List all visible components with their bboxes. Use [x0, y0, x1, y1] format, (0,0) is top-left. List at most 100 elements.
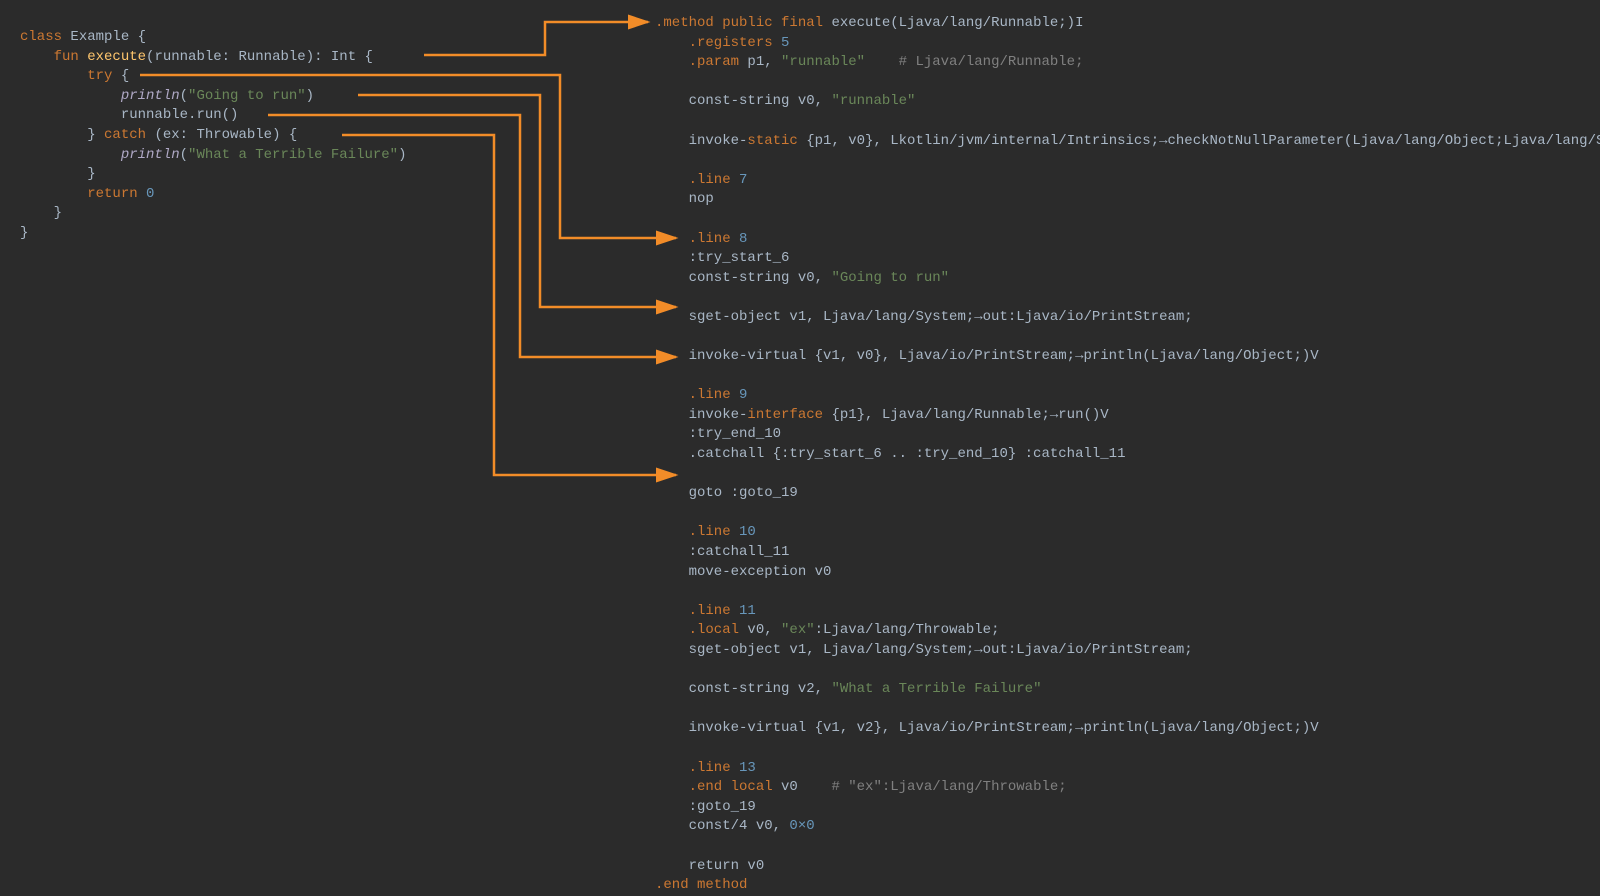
instruction: {p1}, Ljava/lang/Runnable;→run()V: [823, 407, 1109, 423]
brace: {: [138, 29, 146, 45]
instruction: invoke-: [655, 407, 747, 423]
code-line: .line 11: [655, 602, 1600, 622]
directive: .param: [655, 54, 747, 70]
paren: (: [180, 88, 188, 104]
brace: }: [20, 225, 28, 241]
instruction: sget-object v1, Ljava/lang/System;→out:L…: [655, 309, 1193, 325]
string-literal: "Going to run": [831, 270, 949, 286]
code-line: runnable.run(): [20, 106, 407, 126]
blank-line: [655, 700, 1600, 720]
code-line: .line 8: [655, 230, 1600, 250]
directive: .method: [655, 15, 714, 31]
number-literal: 0: [146, 186, 154, 202]
instruction: sget-object v1, Ljava/lang/System;→out:L…: [655, 642, 1193, 658]
blank-line: [655, 465, 1600, 485]
indent: [20, 49, 54, 65]
brace: }: [87, 166, 95, 182]
indent: [20, 88, 121, 104]
directive: .local: [655, 622, 747, 638]
indent: [20, 166, 87, 182]
directive: .line: [655, 231, 739, 247]
param: runnable: Runnable: [154, 49, 305, 65]
brace: }: [54, 205, 62, 221]
catch-args: (ex: Throwable) {: [146, 127, 297, 143]
keyword-catch: catch: [104, 127, 146, 143]
instruction: nop: [655, 191, 714, 207]
directive: .line: [655, 603, 739, 619]
code-line: :try_end_10: [655, 425, 1600, 445]
code-line: sget-object v1, Ljava/lang/System;→out:L…: [655, 308, 1600, 328]
function-name: execute: [79, 49, 146, 65]
param: p1,: [747, 54, 781, 70]
code-line: .catchall {:try_start_6 .. :try_end_10} …: [655, 445, 1600, 465]
code-line: fun execute(runnable: Runnable): Int {: [20, 48, 407, 68]
brace: {: [365, 49, 373, 65]
indent: [20, 127, 87, 143]
paren: ): [306, 49, 314, 65]
number: 11: [739, 603, 756, 619]
label: :try_start_6: [655, 250, 789, 266]
signature: execute(Ljava/lang/Runnable;)I: [831, 15, 1083, 31]
code-line: invoke-interface {p1}, Ljava/lang/Runnab…: [655, 406, 1600, 426]
code-line: .end method: [655, 876, 1600, 896]
label: :catchall_11: [655, 544, 789, 560]
comment: # Ljava/lang/Runnable;: [865, 54, 1083, 70]
instruction: const-string v2,: [655, 681, 831, 697]
call-println: println: [121, 88, 180, 104]
code-line: const-string v0, "runnable": [655, 92, 1600, 112]
code-line: .line 7: [655, 171, 1600, 191]
indent: [20, 186, 87, 202]
keyword-fun: fun: [54, 49, 79, 65]
instruction: invoke-: [655, 133, 747, 149]
label: :try_end_10: [655, 426, 781, 442]
indent: [20, 68, 87, 84]
number: 8: [739, 231, 747, 247]
blank-line: [655, 328, 1600, 348]
directive: .end method: [655, 877, 747, 893]
indent: [20, 205, 54, 221]
code-line: nop: [655, 190, 1600, 210]
instruction: move-exception v0: [655, 564, 831, 580]
blank-line: [655, 661, 1600, 681]
number: 0×0: [789, 818, 814, 834]
code-line: class Example {: [20, 28, 407, 48]
class-name: Example: [62, 29, 138, 45]
blank-line: [655, 210, 1600, 230]
code-line: return 0: [20, 185, 407, 205]
string-literal: "Going to run": [188, 88, 306, 104]
code-line: invoke-virtual {v1, v2}, Ljava/io/PrintS…: [655, 719, 1600, 739]
modifiers: public final: [714, 15, 832, 31]
return-type: Int: [331, 49, 365, 65]
directive: .end local: [655, 779, 781, 795]
kotlin-source-pane: class Example { fun execute(runnable: Ru…: [20, 28, 407, 244]
keyword-class: class: [20, 29, 62, 45]
code-line: } catch (ex: Throwable) {: [20, 126, 407, 146]
code-line: .line 13: [655, 759, 1600, 779]
arrow-execute-to-method: [424, 22, 648, 55]
brace: }: [87, 127, 104, 143]
blank-line: [655, 739, 1600, 759]
code-line: return v0: [655, 857, 1600, 877]
blank-line: [655, 151, 1600, 171]
instruction: return v0: [655, 858, 764, 874]
directive: .registers: [655, 35, 781, 51]
register: v0,: [747, 622, 781, 638]
number: 9: [739, 387, 747, 403]
directive: .line: [655, 172, 739, 188]
directive: .line: [655, 760, 739, 776]
code-line: .registers 5: [655, 34, 1600, 54]
string-literal: "What a Terrible Failure": [188, 147, 398, 163]
code-line: .line 9: [655, 386, 1600, 406]
number: 10: [739, 524, 756, 540]
blank-line: [655, 582, 1600, 602]
code-line: invoke-static {p1, v0}, Lkotlin/jvm/inte…: [655, 132, 1600, 152]
code-line: }: [20, 204, 407, 224]
type: :Ljava/lang/Throwable;: [815, 622, 1000, 638]
code-line: }: [20, 165, 407, 185]
instruction: const-string v0,: [655, 93, 831, 109]
paren: ): [398, 147, 406, 163]
paren: ): [306, 88, 314, 104]
instruction: const/4 v0,: [655, 818, 789, 834]
blank-line: [655, 73, 1600, 93]
blank-line: [655, 112, 1600, 132]
